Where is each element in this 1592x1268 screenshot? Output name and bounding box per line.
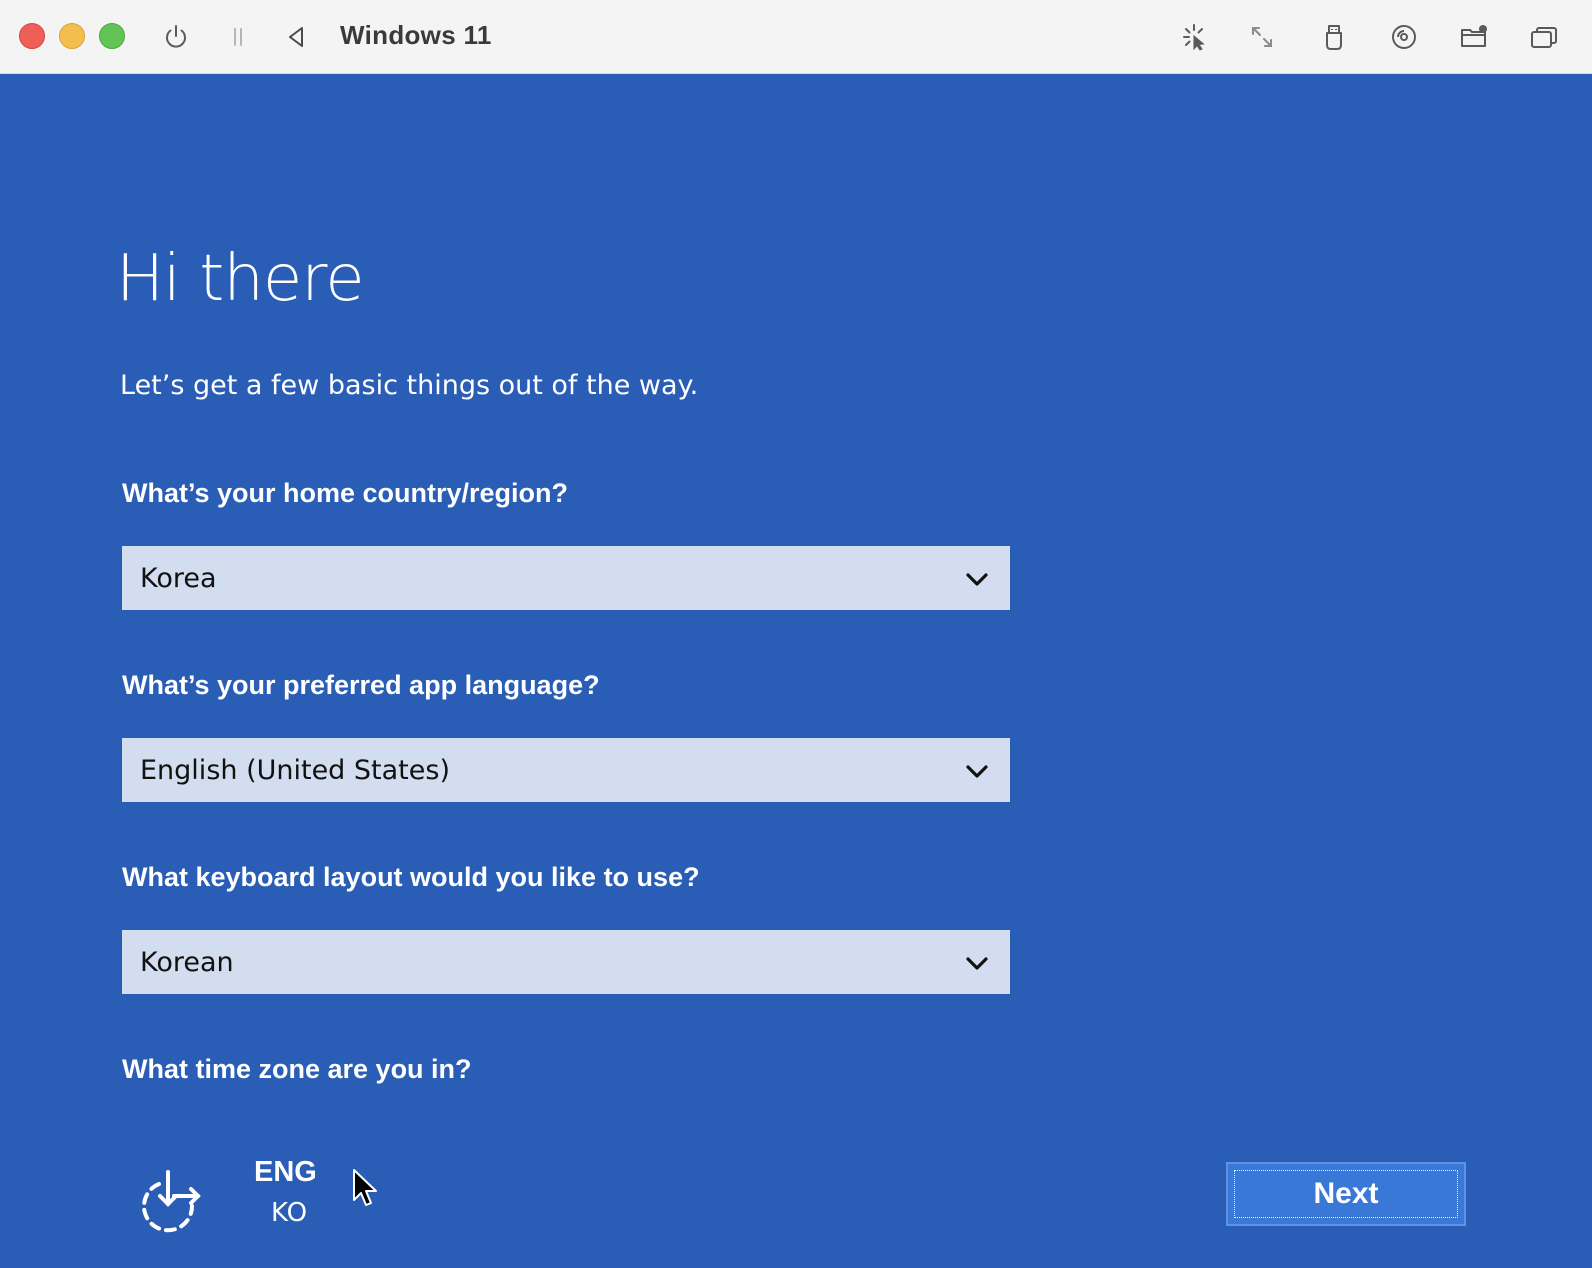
country-question-label: What’s your home country/region? [122,478,569,508]
usb-icon[interactable] [1315,18,1353,56]
close-window-button[interactable] [19,23,45,49]
page-title: Hi there [116,242,365,316]
minimize-window-button[interactable] [59,23,85,49]
keyboard-dropdown[interactable]: Korean [122,930,1010,994]
country-dropdown[interactable]: Korea [122,546,1010,610]
chevron-down-icon [966,573,988,586]
resize-icon[interactable] [1243,18,1281,56]
input-language-indicator[interactable]: ENG [254,1156,317,1189]
input-method-indicator[interactable]: KO [271,1198,307,1228]
zoom-window-button[interactable] [99,23,125,49]
capture-cursor-icon[interactable] [1175,18,1213,56]
keyboard-selected-value: Korean [140,946,234,978]
ease-of-access-icon[interactable] [134,1166,204,1236]
timezone-question-label: What time zone are you in? [122,1054,472,1084]
pause-icon[interactable] [219,18,257,56]
windows-icon[interactable] [1525,18,1563,56]
language-question-label: What’s your preferred app language? [122,670,600,700]
setup-screen: Hi there Let’s get a few basic things ou… [0,74,1592,1268]
window-title-bar: Windows 11 [0,0,1592,74]
chevron-down-icon [966,765,988,778]
next-button[interactable]: Next [1226,1162,1466,1226]
language-dropdown[interactable]: English (United States) [122,738,1010,802]
page-subtitle: Let’s get a few basic things out of the … [120,370,699,401]
shared-folder-icon[interactable] [1455,18,1493,56]
power-icon[interactable] [157,18,195,56]
mouse-pointer-icon [353,1169,377,1206]
chevron-down-icon [966,957,988,970]
language-selected-value: English (United States) [140,754,450,786]
country-selected-value: Korea [140,562,217,594]
disc-icon[interactable] [1385,18,1423,56]
next-button-label: Next [1313,1177,1379,1210]
back-triangle-icon[interactable] [277,18,315,56]
window-title: Windows 11 [340,20,492,50]
keyboard-question-label: What keyboard layout would you like to u… [122,862,700,892]
